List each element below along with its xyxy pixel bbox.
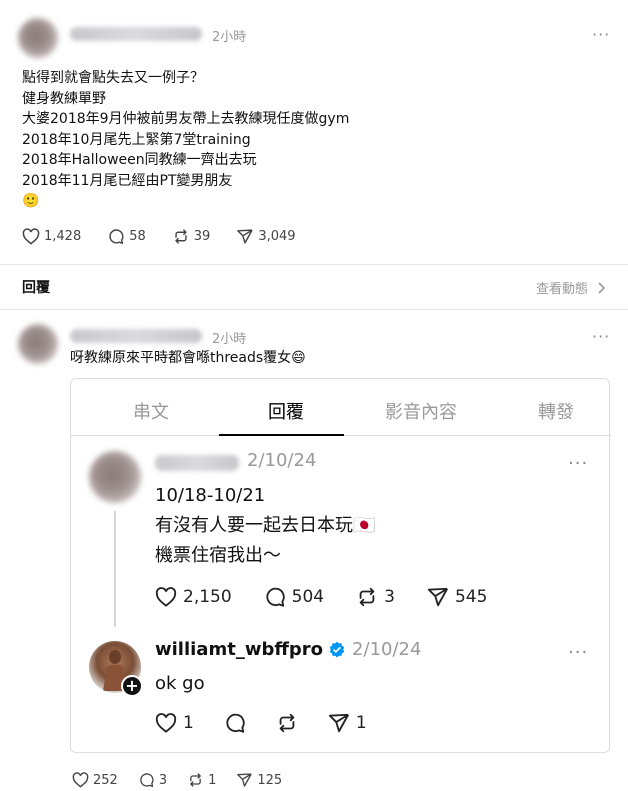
reply-bar-label[interactable]: 回覆 [22, 277, 50, 297]
thread-timestamp: 2/10/24 [247, 450, 317, 471]
thread-comment-button[interactable]: 504 [264, 586, 324, 608]
reply-timestamp: 2/10/24 [352, 639, 422, 660]
heart-icon [155, 713, 177, 733]
share-icon [237, 773, 253, 787]
post1-repost-count: 39 [193, 229, 211, 244]
post1-more-icon[interactable]: ··· [592, 27, 610, 43]
post1-comment-count: 58 [129, 229, 146, 244]
post2-more-icon[interactable]: ··· [592, 329, 610, 345]
post1-share-button[interactable]: 3,049 [236, 228, 296, 245]
repost-icon [279, 713, 295, 733]
heart-icon [72, 772, 89, 788]
post1-line: 🙂 [22, 193, 40, 209]
heart-icon [22, 228, 40, 245]
share-icon [328, 713, 349, 733]
post2-share-count: 125 [257, 772, 283, 788]
chevron-right-icon [598, 281, 606, 294]
thread-like-count: 2,150 [183, 587, 232, 607]
thread-line: 有沒有人要一起去日本玩🇯🇵 [155, 515, 376, 536]
share-icon [427, 587, 448, 607]
comment-icon [109, 229, 124, 244]
comment-icon [140, 773, 154, 787]
tab-threads[interactable]: 串文 [71, 398, 231, 440]
comment-icon [266, 587, 285, 607]
view-activity-link[interactable]: 查看動態 [536, 278, 606, 297]
thread-connector-line [114, 511, 116, 627]
post1-body: 點得到就會點失去又一例子？ 健身教練單野 大婆2018年9月仲被前男友帶上去教練… [22, 68, 602, 212]
thread-more-icon[interactable]: ··· [568, 455, 588, 473]
embedded-screenshot-card: 串文 回覆 影音內容 轉發 2/10/24 ··· 10/18-10/21 有沒… [70, 378, 611, 753]
reply-share-count: 1 [355, 713, 367, 733]
divider [0, 264, 628, 265]
reply-like-button[interactable]: 1 [155, 712, 194, 734]
divider [0, 309, 628, 310]
post1-repost-button[interactable]: 39 [172, 228, 211, 245]
view-activity-label: 查看動態 [536, 282, 589, 297]
post1-timestamp: 2小時 [212, 30, 247, 45]
post1-like-button[interactable]: 1,428 [22, 228, 81, 245]
post2-repost-count: 1 [208, 772, 217, 788]
active-tab-indicator [219, 434, 344, 436]
post1-line: 大婆2018年9月仲被前男友帶上去教練現任度做gym [22, 111, 350, 127]
post1-actions: 1,428 58 39 3,049 [22, 228, 296, 245]
post2-username[interactable] [70, 329, 202, 343]
reply-share-button[interactable]: 1 [328, 712, 367, 734]
post1-line: 2018年11月尾已經由PT變男朋友 [22, 172, 233, 189]
post1-share-count: 3,049 [258, 229, 296, 244]
thread-line: 機票住宿我出～ [155, 545, 281, 566]
post2-comment-button[interactable]: 3 [138, 772, 167, 788]
post2-avatar[interactable] [18, 324, 58, 364]
post1-avatar[interactable] [18, 18, 58, 58]
thread-body: 10/18-10/21 有沒有人要一起去日本玩🇯🇵 機票住宿我出～ [155, 481, 575, 571]
post2-share-button[interactable]: 125 [236, 772, 282, 788]
reply-username[interactable]: williamt_wbffpro [155, 639, 323, 660]
repost-icon [190, 773, 201, 787]
reply-like-count: 1 [183, 713, 194, 733]
post1-line: 健身教練單野 [22, 90, 106, 107]
thread-actions: 2,150 504 3 545 [155, 586, 487, 608]
tab-media[interactable]: 影音內容 [341, 398, 501, 440]
repost-icon [359, 587, 375, 607]
post1-username[interactable] [70, 27, 202, 41]
tab-reposts[interactable]: 轉發 [501, 398, 611, 440]
post2-body: 呀教練原來平時都會喺threads覆女😄 [70, 350, 306, 366]
comment-icon [226, 713, 245, 733]
reply-header: williamt_wbffpro 2/10/24 [155, 639, 421, 660]
post2-like-count: 252 [93, 772, 118, 788]
thread-repost-button[interactable]: 3 [356, 586, 395, 608]
post2-comment-count: 3 [158, 772, 168, 788]
post1-comment-button[interactable]: 58 [107, 228, 146, 245]
share-icon [237, 229, 254, 244]
post1-line: 2018年Halloween同教練一齊出去玩 [22, 152, 257, 168]
post1-like-count: 1,428 [44, 229, 82, 244]
post2-timestamp: 2小時 [212, 332, 247, 347]
reply-comment-button[interactable] [224, 712, 246, 734]
thread-share-count: 545 [454, 587, 488, 607]
repost-icon [175, 229, 187, 244]
post2-actions: 252 3 1 125 [72, 772, 282, 788]
reply-body: ok go [155, 673, 205, 694]
thread-author-avatar[interactable] [89, 451, 141, 503]
thread-repost-count: 3 [384, 587, 395, 607]
thread-comment-count: 504 [291, 587, 325, 607]
thread-like-button[interactable]: 2,150 [155, 586, 232, 608]
post2-repost-button[interactable]: 1 [187, 772, 216, 788]
thread-share-button[interactable]: 545 [427, 586, 487, 608]
reply-more-icon[interactable]: ··· [568, 644, 588, 662]
thread-line: 10/18-10/21 [155, 485, 266, 506]
thread-author-username[interactable] [155, 455, 239, 471]
post1-line: 點得到就會點失去又一例子？ [22, 70, 204, 86]
reply-repost-button[interactable] [276, 712, 298, 734]
post2-like-button[interactable]: 252 [72, 772, 118, 788]
post1-line: 2018年10月尾先上緊第7堂training [22, 131, 251, 148]
verified-badge-icon [329, 641, 345, 657]
reply-actions: 1 1 [155, 712, 367, 734]
heart-icon [155, 587, 177, 607]
follow-plus-icon[interactable]: + [121, 675, 143, 697]
